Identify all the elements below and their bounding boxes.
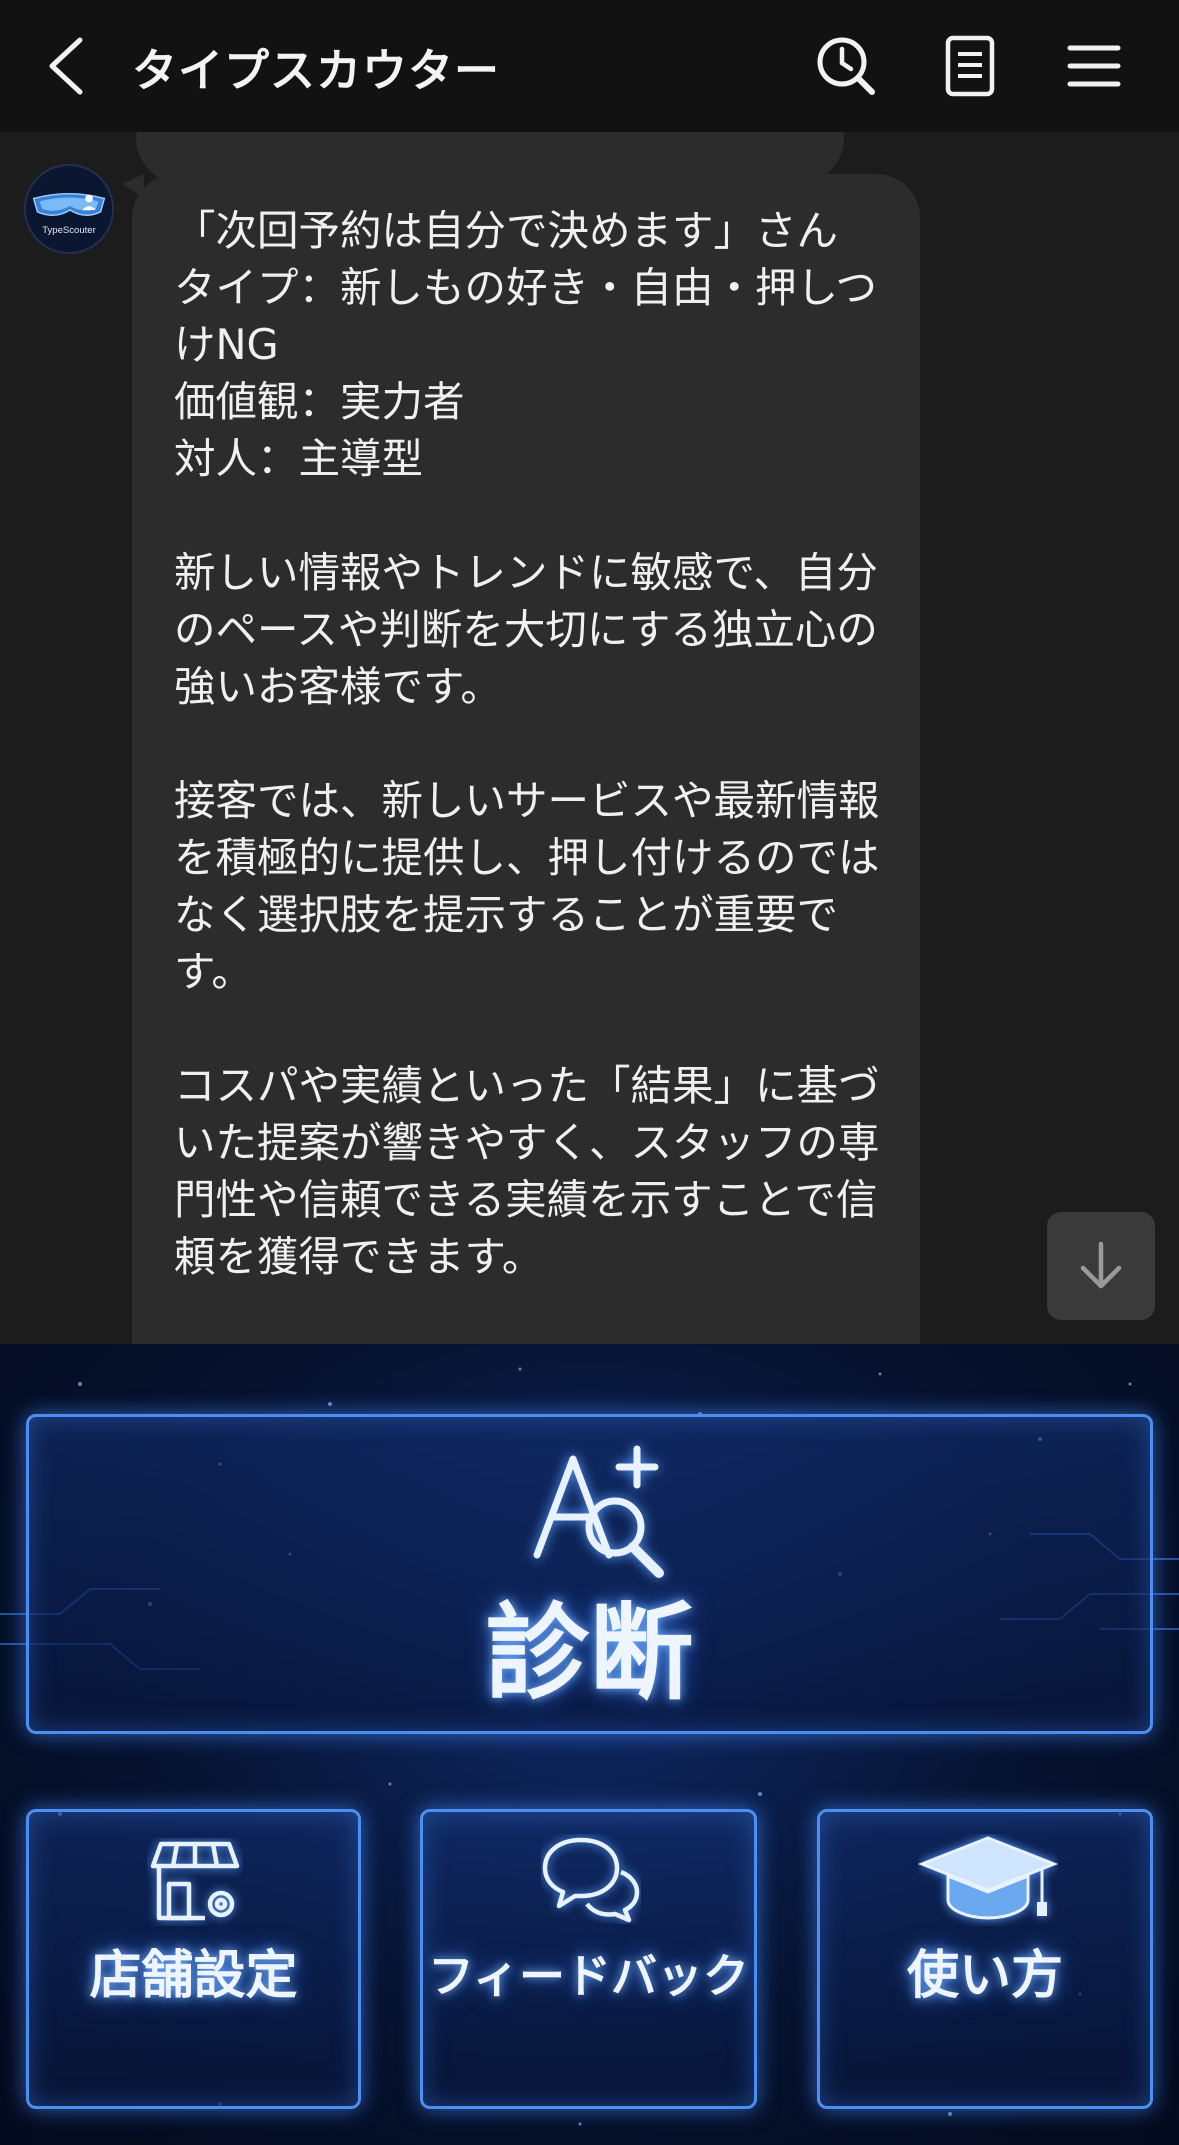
scroll-to-bottom-button[interactable] [1047,1212,1155,1320]
menu-icon [1067,45,1121,87]
feedback-label: フィードバック [427,1949,750,2003]
arrow-down-icon [1080,1241,1122,1289]
store-settings-label: 店舗設定 [89,1946,298,2006]
search-clock-icon [817,37,875,95]
app-root: タイプスカウター TypeScouter 「次回予約は自分で決めます」さん タイ… [0,0,1179,2145]
svg-text:TypeScouter: TypeScouter [42,225,96,236]
chat-area[interactable]: TypeScouter 「次回予約は自分で決めます」さん タイプ：新しもの好き・… [0,132,1179,1344]
rich-menu: 診断 店舗設定 フィードバック 使い方 [0,1344,1179,2145]
diagnosis-label: 診断 [485,1592,694,1714]
chat-header: タイプスカウター [0,0,1179,132]
message-bubble[interactable]: 「次回予約は自分で決めます」さん タイプ：新しもの好き・自由・押しつけNG 価値… [132,174,920,1344]
graduation-cap-icon [917,1834,1059,1926]
back-arrow-icon [49,37,83,95]
how-to-use-button[interactable]: 使い方 [817,1809,1153,2109]
chat-bubbles-icon [541,1834,641,1924]
bot-avatar[interactable]: TypeScouter [24,164,114,254]
a-plus-magnifier-icon [509,1437,689,1587]
typescouter-logo-icon: TypeScouter [26,166,112,252]
back-button[interactable] [40,34,96,98]
message-text: 「次回予約は自分で決めます」さん タイプ：新しもの好き・自由・押しつけNG 価値… [174,206,880,1281]
search-button[interactable] [812,32,880,100]
notes-icon [945,35,995,97]
store-settings-icon [147,1838,243,1926]
feedback-button[interactable]: フィードバック [420,1809,757,2109]
how-to-use-label: 使い方 [906,1946,1063,2006]
menu-button[interactable] [1060,32,1128,100]
store-settings-button[interactable]: 店舗設定 [26,1809,361,2109]
diagnosis-button[interactable]: 診断 [26,1414,1153,1734]
chat-title: タイプスカウター [132,44,501,97]
notes-button[interactable] [936,32,1004,100]
